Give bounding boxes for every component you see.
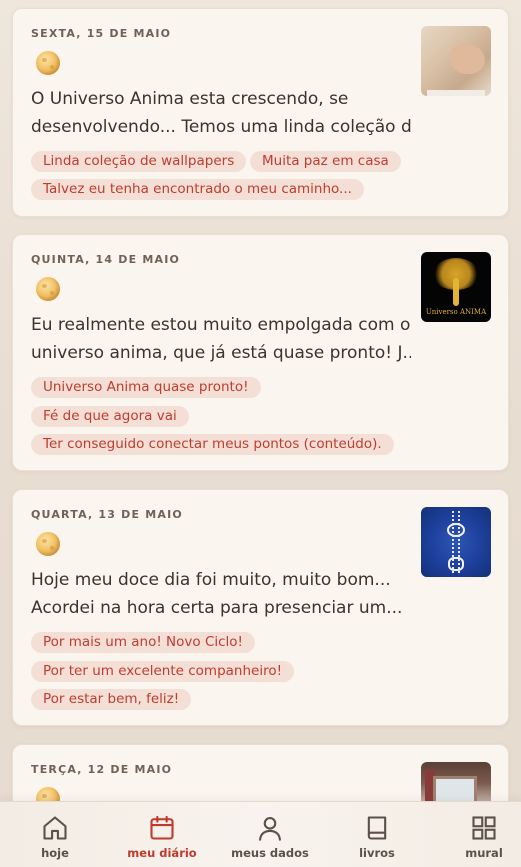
nav-label: meu diário: [127, 846, 197, 860]
gratitude-tag[interactable]: Por mais um ano! Novo Ciclo!: [31, 632, 255, 653]
entry-text: Hoje meu doce dia foi muito, muito bom..…: [31, 570, 403, 618]
gratitude-tag[interactable]: Por ter um excelente companheiro!: [31, 661, 295, 682]
nav-item-meus-dados[interactable]: meus dados: [230, 802, 310, 867]
entry-thumbnail[interactable]: [421, 26, 491, 96]
bottom-navigation: hoje meu diário meus dados livros mural: [0, 801, 521, 867]
entry-date: QUARTA, 13 DE MAIO: [31, 508, 183, 521]
moon-icon: [36, 277, 60, 301]
book-icon: [367, 816, 387, 840]
calendar-icon: [150, 815, 174, 840]
nav-item-livros[interactable]: livros: [337, 802, 417, 867]
nav-label: hoje: [41, 846, 69, 860]
nav-item-mural[interactable]: mural: [444, 802, 521, 867]
grid-icon: [472, 816, 496, 840]
gratitude-tag[interactable]: Por estar bem, feliz!: [31, 689, 192, 710]
user-icon: [259, 817, 281, 841]
gratitude-tag[interactable]: Fé de que agora vai: [31, 406, 189, 427]
entry-text: O Universo Anima esta crescendo, se dese…: [31, 89, 411, 137]
nav-label: mural: [465, 846, 503, 860]
gratitude-tag[interactable]: Ter conseguido conectar meus pontos (con…: [31, 434, 394, 455]
diary-entry-card[interactable]: QUINTA, 14 DE MAIO Eu realmente estou mu…: [12, 234, 509, 471]
gratitude-tag[interactable]: Linda coleção de wallpapers: [31, 151, 247, 172]
entry-date: TERÇA, 12 DE MAIO: [31, 763, 173, 776]
gratitude-tag[interactable]: Universo Anima quase pronto!: [31, 377, 261, 398]
nav-item-hoje[interactable]: hoje: [15, 802, 95, 867]
entry-thumbnail[interactable]: Universo ANIMA: [421, 252, 491, 322]
entry-text: Eu realmente estou muito empolgada com o…: [31, 315, 411, 363]
moon-icon: [36, 51, 60, 75]
nav-label: livros: [359, 846, 395, 860]
diary-entry-card[interactable]: SEXTA, 15 DE MAIO O Universo Anima esta …: [12, 8, 509, 217]
gratitude-tag[interactable]: Muita paz em casa: [250, 151, 401, 172]
diary-entry-card[interactable]: QUARTA, 13 DE MAIO Hoje meu doce dia foi…: [12, 489, 509, 726]
nav-item-meu-diario[interactable]: meu diário: [122, 802, 202, 867]
entry-thumbnail[interactable]: [421, 507, 491, 577]
home-icon: [43, 816, 67, 840]
entry-date: QUINTA, 14 DE MAIO: [31, 253, 181, 266]
nav-label: meus dados: [231, 846, 309, 860]
entry-date: SEXTA, 15 DE MAIO: [31, 27, 172, 40]
moon-icon: [36, 532, 60, 556]
gratitude-tag[interactable]: Talvez eu tenha encontrado o meu caminho…: [31, 179, 364, 200]
